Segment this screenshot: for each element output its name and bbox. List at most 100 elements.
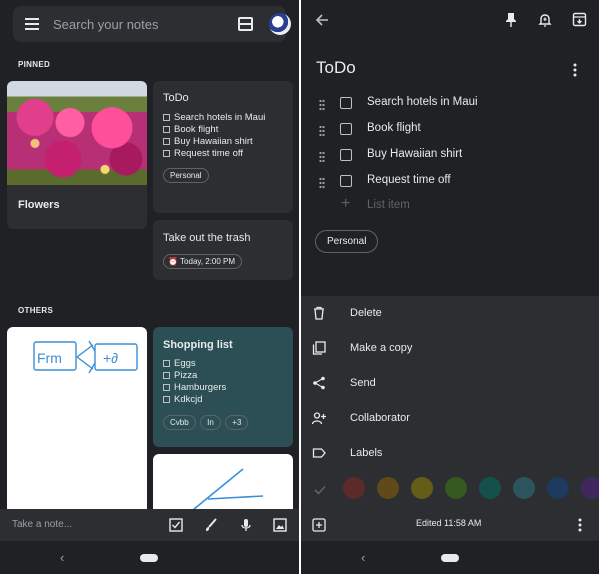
add-box-icon[interactable] xyxy=(312,518,326,532)
color-swatch[interactable] xyxy=(445,477,467,499)
checklist-item[interactable]: Search hotels in Maui xyxy=(301,96,599,116)
menu-item-collaborator[interactable]: Collaborator xyxy=(301,407,599,431)
drawing-text: +∂ xyxy=(103,350,118,366)
action-bottom-sheet: Delete Make a copy Send Collaborator Lab… xyxy=(301,296,599,541)
checkbox-icon xyxy=(163,372,170,379)
drag-handle-icon[interactable] xyxy=(319,125,325,137)
copy-icon xyxy=(312,341,326,355)
color-swatch[interactable] xyxy=(479,477,501,499)
drag-handle-icon[interactable] xyxy=(319,99,325,111)
add-item-icon[interactable]: + xyxy=(341,196,350,212)
checkbox-icon xyxy=(163,114,170,121)
checkbox[interactable] xyxy=(340,97,352,109)
note-card-flowers[interactable]: Flowers xyxy=(7,81,147,229)
trash-icon xyxy=(314,306,324,320)
checkbox-icon xyxy=(163,126,170,133)
menu-item-delete[interactable]: Delete xyxy=(301,302,599,326)
avatar[interactable] xyxy=(269,13,291,35)
color-swatch[interactable] xyxy=(343,477,365,499)
alarm-icon: ⏰ xyxy=(168,257,178,266)
note-title[interactable]: ToDo xyxy=(316,58,356,78)
checklist-item: Pizza xyxy=(163,370,283,382)
checkbox-icon xyxy=(163,138,170,145)
nav-home-button[interactable] xyxy=(441,554,459,562)
flowers-image xyxy=(7,81,147,185)
search-bar[interactable]: Search your notes xyxy=(13,6,291,42)
image-icon[interactable] xyxy=(273,518,287,532)
checklist-item: Eggs xyxy=(163,358,283,370)
checkbox[interactable] xyxy=(340,175,352,187)
note-title: Flowers xyxy=(18,199,60,211)
drawing-sketch: Frm +∂ xyxy=(33,340,138,374)
system-nav-bar: ‹ xyxy=(0,541,299,574)
share-icon xyxy=(313,376,325,390)
grid-view-icon[interactable] xyxy=(238,17,253,31)
person-add-icon xyxy=(312,412,326,425)
more-labels-chip[interactable]: +3 xyxy=(225,415,249,430)
checklist-item: Request time off xyxy=(163,148,283,160)
label-chip[interactable]: In xyxy=(200,415,221,430)
search-input[interactable]: Search your notes xyxy=(53,17,159,32)
back-arrow-icon[interactable] xyxy=(314,12,330,28)
checklist-item[interactable]: Buy Hawaiian shirt xyxy=(301,148,599,168)
checkbox[interactable] xyxy=(340,149,352,161)
more-vert-icon[interactable] xyxy=(573,63,577,77)
color-swatch[interactable] xyxy=(581,477,599,499)
checklist-item: Book flight xyxy=(163,124,283,136)
checklist-item: Search hotels in Maui xyxy=(163,112,283,124)
note-title: ToDo xyxy=(163,92,189,104)
note-title: Take out the trash xyxy=(163,232,251,244)
checklist-item[interactable]: Request time off xyxy=(301,174,599,194)
color-swatch[interactable] xyxy=(411,477,433,499)
brush-icon[interactable] xyxy=(204,518,218,532)
drag-handle-icon[interactable] xyxy=(319,177,325,189)
reminder-chip[interactable]: ⏰ Today, 2:00 PM xyxy=(163,254,243,269)
label-chip[interactable]: Personal xyxy=(315,230,379,253)
check-icon xyxy=(314,485,326,495)
note-title: Shopping list xyxy=(163,339,233,351)
note-card-trash[interactable]: Take out the trash ⏰ Today, 2:00 PM xyxy=(153,220,293,280)
others-section-label: OTHERS xyxy=(18,306,54,315)
drag-handle-icon[interactable] xyxy=(319,151,325,163)
label-icon xyxy=(312,448,326,458)
pin-icon[interactable] xyxy=(504,12,518,28)
note-editor-screen: ToDo Search hotels in Maui Book flight B… xyxy=(301,0,599,574)
nav-back-icon[interactable]: ‹ xyxy=(60,550,64,565)
list-item-input[interactable]: List item xyxy=(367,199,410,211)
note-card-shopping[interactable]: Shopping list Eggs Pizza Hamburgers Kdkc… xyxy=(153,327,293,447)
nav-home-button[interactable] xyxy=(140,554,158,562)
label-chip[interactable]: Personal xyxy=(163,168,209,183)
take-note-input[interactable]: Take a note... xyxy=(12,519,72,530)
edited-timestamp: Edited 11:58 AM xyxy=(416,518,482,528)
menu-item-make-copy[interactable]: Make a copy xyxy=(301,337,599,361)
checkbox-icon xyxy=(163,396,170,403)
archive-icon[interactable] xyxy=(572,12,587,27)
note-card-todo[interactable]: ToDo Search hotels in Maui Book flight B… xyxy=(153,81,293,213)
menu-icon[interactable] xyxy=(25,18,39,30)
bottom-app-bar: Take a note... xyxy=(0,509,299,541)
checkbox-icon[interactable] xyxy=(169,518,183,532)
pinned-section-label: PINNED xyxy=(18,60,51,69)
color-swatch[interactable] xyxy=(547,477,569,499)
checklist-item[interactable]: Book flight xyxy=(301,122,599,142)
note-card-drawing[interactable]: Frm +∂ xyxy=(7,327,147,517)
checklist-item: Hamburgers xyxy=(163,382,283,394)
drawing-text: Frm xyxy=(37,350,62,366)
label-chip[interactable]: Cvbb xyxy=(163,415,196,430)
menu-item-labels[interactable]: Labels xyxy=(301,442,599,466)
system-nav-bar: ‹ xyxy=(301,541,599,574)
checkbox-icon xyxy=(163,384,170,391)
checkbox[interactable] xyxy=(340,123,352,135)
reminder-bell-icon[interactable] xyxy=(538,12,552,28)
color-swatch[interactable] xyxy=(513,477,535,499)
notes-home-screen: Search your notes PINNED Flowers ToDo Se… xyxy=(0,0,299,574)
checkbox-icon xyxy=(163,360,170,367)
more-vert-icon[interactable] xyxy=(578,518,582,532)
checklist-item: Kdkcjd xyxy=(163,394,283,406)
nav-back-icon[interactable]: ‹ xyxy=(361,550,365,565)
color-swatch[interactable] xyxy=(377,477,399,499)
checkbox-icon xyxy=(163,150,170,157)
mic-icon[interactable] xyxy=(239,518,253,532)
checklist-item: Buy Hawaiian shirt xyxy=(163,136,283,148)
menu-item-send[interactable]: Send xyxy=(301,372,599,396)
